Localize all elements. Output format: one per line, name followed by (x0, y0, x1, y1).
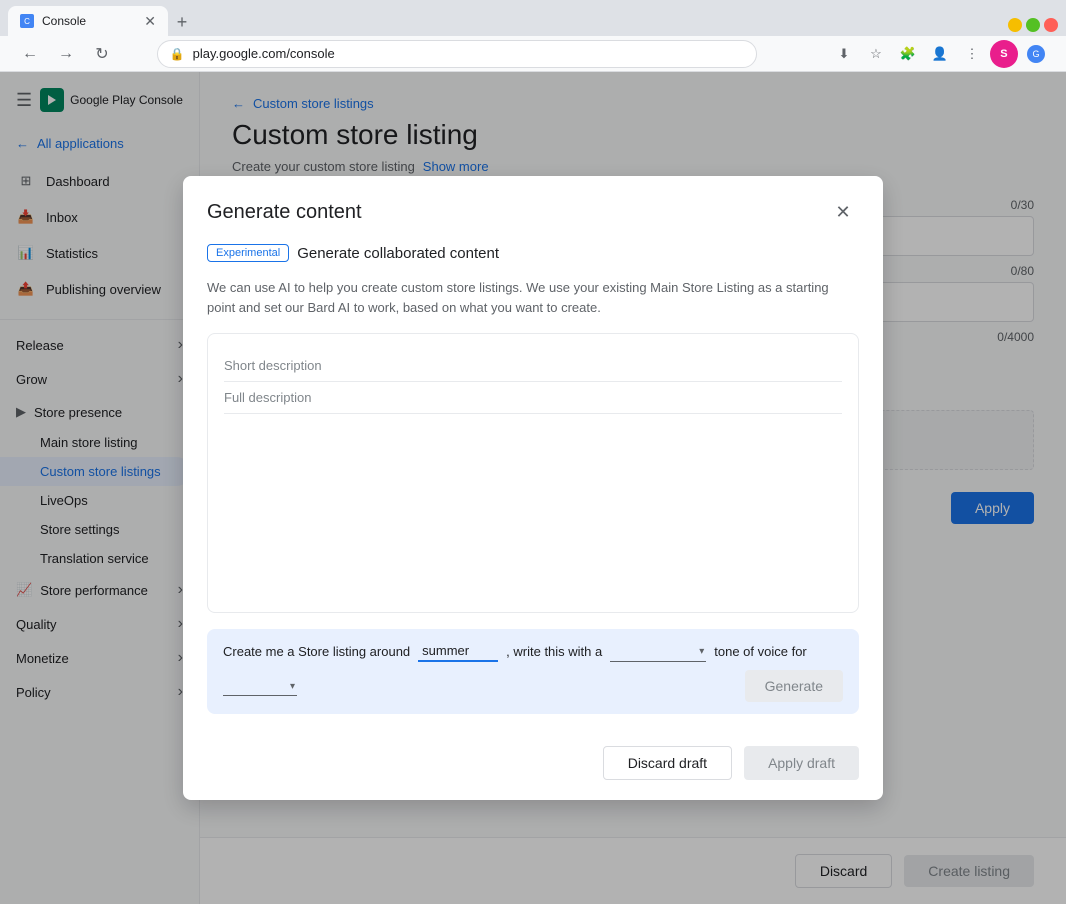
generate-button[interactable]: Generate (745, 670, 843, 702)
back-nav-btn[interactable]: ← (16, 40, 44, 68)
refresh-btn[interactable]: ↻ (88, 40, 116, 68)
gen-middle-text: , write this with a (506, 644, 602, 659)
download-btn[interactable]: ⬇ (830, 40, 858, 68)
modal-close-btn[interactable]: ✕ (827, 196, 859, 228)
full-description-label: Full description (224, 390, 311, 405)
modal-overlay: Generate content ✕ Experimental Generate… (0, 72, 1066, 904)
short-description-preview: Short description (224, 350, 842, 382)
tab-close-btn[interactable]: ✕ (144, 13, 156, 30)
discard-draft-button[interactable]: Discard draft (603, 746, 732, 780)
menu-dots-btn[interactable]: ⋮ (958, 40, 986, 68)
lock-icon: 🔒 (170, 47, 185, 61)
apply-draft-button[interactable]: Apply draft (744, 746, 859, 780)
short-description-label: Short description (224, 358, 322, 373)
browser-chrome: C Console ✕ + ← → ↻ 🔒 play.google.com/co… (0, 0, 1066, 72)
profile-avatar[interactable]: S (990, 40, 1018, 68)
url-text: play.google.com/console (193, 46, 335, 61)
new-tab-btn[interactable]: + (168, 8, 196, 36)
full-description-preview: Full description (224, 382, 842, 414)
modal-header: Generate content ✕ (183, 176, 883, 244)
experimental-badge: Experimental (207, 244, 289, 262)
tone-select[interactable]: Professional Casual Friendly (610, 642, 706, 662)
svg-text:C: C (24, 17, 30, 26)
generate-bar: Create me a Store listing around , write… (207, 629, 859, 714)
gen-theme-input[interactable] (418, 641, 498, 662)
modal-footer: Discard draft Apply draft (183, 734, 883, 800)
modal-body: Experimental Generate collaborated conte… (183, 244, 883, 734)
address-bar: ← → ↻ 🔒 play.google.com/console ⬇ ☆ 🧩 👤 … (0, 36, 1066, 72)
modal-title: Generate content (207, 201, 362, 224)
profile-sync-btn[interactable]: 👤 (926, 40, 954, 68)
tab-title: Console (42, 14, 86, 28)
modal-subtitle-row: Experimental Generate collaborated conte… (207, 244, 859, 262)
cursor-area (224, 414, 842, 430)
forward-nav-btn[interactable]: → (52, 40, 80, 68)
tab-favicon: C (20, 14, 34, 28)
bookmark-btn[interactable]: ☆ (862, 40, 890, 68)
audience-select[interactable]: All users Gamers (223, 676, 297, 696)
modal-subtitle: Generate collaborated content (297, 245, 499, 262)
tone-select-wrapper: Professional Casual Friendly (610, 642, 706, 662)
close-btn[interactable] (1044, 18, 1058, 32)
svg-text:G: G (1032, 49, 1039, 59)
maximize-btn[interactable] (1026, 18, 1040, 32)
content-preview-area: Short description Full description (207, 333, 859, 613)
active-tab[interactable]: C Console ✕ (8, 6, 168, 36)
gen-prefix-text: Create me a Store listing around (223, 644, 410, 659)
gen-tone-label: tone of voice for (714, 644, 807, 659)
google-account-btn[interactable]: G (1022, 40, 1050, 68)
tab-bar: C Console ✕ + (0, 0, 1066, 36)
url-bar[interactable]: 🔒 play.google.com/console (157, 40, 757, 68)
audience-select-wrapper: All users Gamers (223, 676, 297, 696)
generate-content-modal: Generate content ✕ Experimental Generate… (183, 176, 883, 800)
minimize-btn[interactable] (1008, 18, 1022, 32)
modal-description: We can use AI to help you create custom … (207, 278, 859, 317)
extensions-btn[interactable]: 🧩 (894, 40, 922, 68)
browser-actions: ⬇ ☆ 🧩 👤 ⋮ S G (830, 40, 1050, 68)
